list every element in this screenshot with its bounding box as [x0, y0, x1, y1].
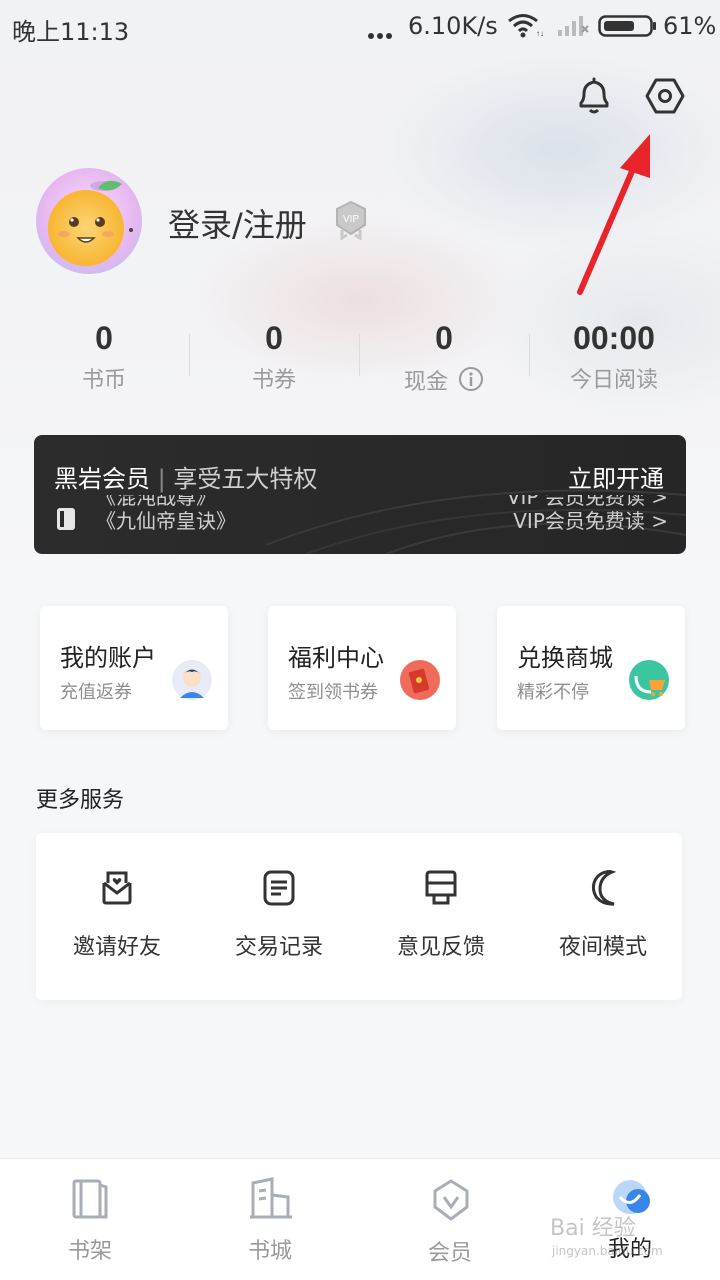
card-title: 我的账户 [60, 644, 156, 672]
card-subtitle: 充值返券 [60, 682, 132, 703]
status-bar: 晚上11:13 6.10K/s ↑↓ 61% [0, 0, 720, 52]
section-title: 更多服务 [36, 788, 125, 813]
status-time: 晚上11:13 [12, 18, 130, 46]
baidu-watermark: Bai 经验 [550, 1216, 636, 1241]
bell-icon[interactable] [575, 76, 613, 120]
service-feedback[interactable]: 意见反馈 [360, 833, 522, 1000]
service-invite-friends[interactable]: 邀请好友 [36, 833, 198, 1000]
card-exchange-mall[interactable]: 兑换商城 精彩不停 [497, 606, 685, 730]
vip-ticker-books: 《混沌战尊》 《九仙帝皇诀》 [96, 495, 236, 533]
member-icon [430, 1177, 472, 1227]
card-welfare-center[interactable]: 福利中心 签到领书券 [268, 606, 456, 730]
battery-percent: 61% [663, 12, 717, 40]
card-subtitle: 精彩不停 [517, 682, 589, 703]
stat-value: 00:00 [573, 320, 655, 356]
annotation-arrow [560, 130, 660, 304]
vip-open-button[interactable]: 立即开通 [568, 459, 664, 494]
card-my-account[interactable]: 我的账户 充值返券 [40, 606, 228, 730]
record-icon [260, 869, 298, 911]
card-title: 兑换商城 [517, 644, 613, 672]
card-subtitle: 签到领书券 [288, 682, 378, 703]
stat-reading-time[interactable]: 00:00 今日阅读 [529, 318, 699, 396]
svg-text:VIP: VIP [343, 214, 359, 225]
nav-bookstore[interactable]: 书城 [180, 1159, 360, 1280]
wifi-icon: ↑↓ [507, 12, 544, 42]
services-panel: 邀请好友 交易记录 意见反馈 夜间模式 [36, 833, 682, 1000]
nav-member[interactable]: 会员 [360, 1159, 540, 1280]
service-label: 意见反馈 [396, 935, 485, 960]
info-icon[interactable] [458, 366, 484, 401]
baidu-watermark-url: jingyan.baidu.com [552, 1244, 663, 1258]
vip-banner-title: 黑岩会员 | 享受五大特权 [54, 465, 318, 493]
signal-icon [556, 12, 590, 42]
account-avatar-icon [172, 660, 212, 700]
service-night-mode[interactable]: 夜间模式 [522, 833, 684, 1000]
stat-label: 今日阅读 [569, 368, 658, 393]
stat-cash[interactable]: 0 现金 [359, 318, 529, 401]
stat-label: 现金 [359, 366, 529, 401]
vip-ticker-promo[interactable]: VIP 会员免费读 > VIP会员免费读 > [468, 495, 668, 539]
shopping-cart-icon [629, 660, 669, 700]
stat-label: 书币 [81, 368, 126, 393]
stat-value: 0 [95, 320, 113, 356]
nav-label: 书城 [247, 1239, 292, 1264]
login-register-link[interactable]: 登录/注册 [168, 200, 307, 246]
service-transaction-records[interactable]: 交易记录 [198, 833, 360, 1000]
stat-label: 书券 [251, 368, 296, 393]
card-title: 福利中心 [288, 644, 384, 672]
book-icon [56, 507, 76, 535]
network-speed: 6.10K/s [408, 12, 498, 40]
stat-value: 0 [435, 320, 453, 356]
more-dots-icon [368, 24, 395, 43]
bookshelf-icon [70, 1177, 110, 1225]
red-envelope-icon [400, 660, 440, 700]
stat-value: 0 [265, 320, 283, 356]
service-label: 邀请好友 [72, 935, 161, 960]
invite-icon [98, 869, 136, 911]
nav-label: 书架 [67, 1239, 112, 1264]
svg-text:↑↓: ↑↓ [536, 29, 543, 38]
feedback-icon [422, 869, 460, 911]
vip-badge-icon: VIP [334, 200, 368, 244]
avatar[interactable] [36, 168, 142, 274]
nav-bookshelf[interactable]: 书架 [0, 1159, 180, 1280]
settings-icon[interactable] [645, 76, 685, 120]
stat-coins[interactable]: 0 书币 [19, 318, 189, 396]
service-label: 夜间模式 [558, 935, 647, 960]
nav-label: 会员 [427, 1241, 472, 1266]
vip-banner[interactable]: 黑岩会员 | 享受五大特权 立即开通 《混沌战尊》 《九仙帝皇诀》 VIP 会员… [34, 435, 686, 554]
service-label: 交易记录 [234, 935, 323, 960]
stat-coupons[interactable]: 0 书券 [189, 318, 359, 396]
bookstore-icon [250, 1177, 292, 1225]
battery-icon [598, 14, 658, 42]
moon-icon [584, 869, 622, 911]
